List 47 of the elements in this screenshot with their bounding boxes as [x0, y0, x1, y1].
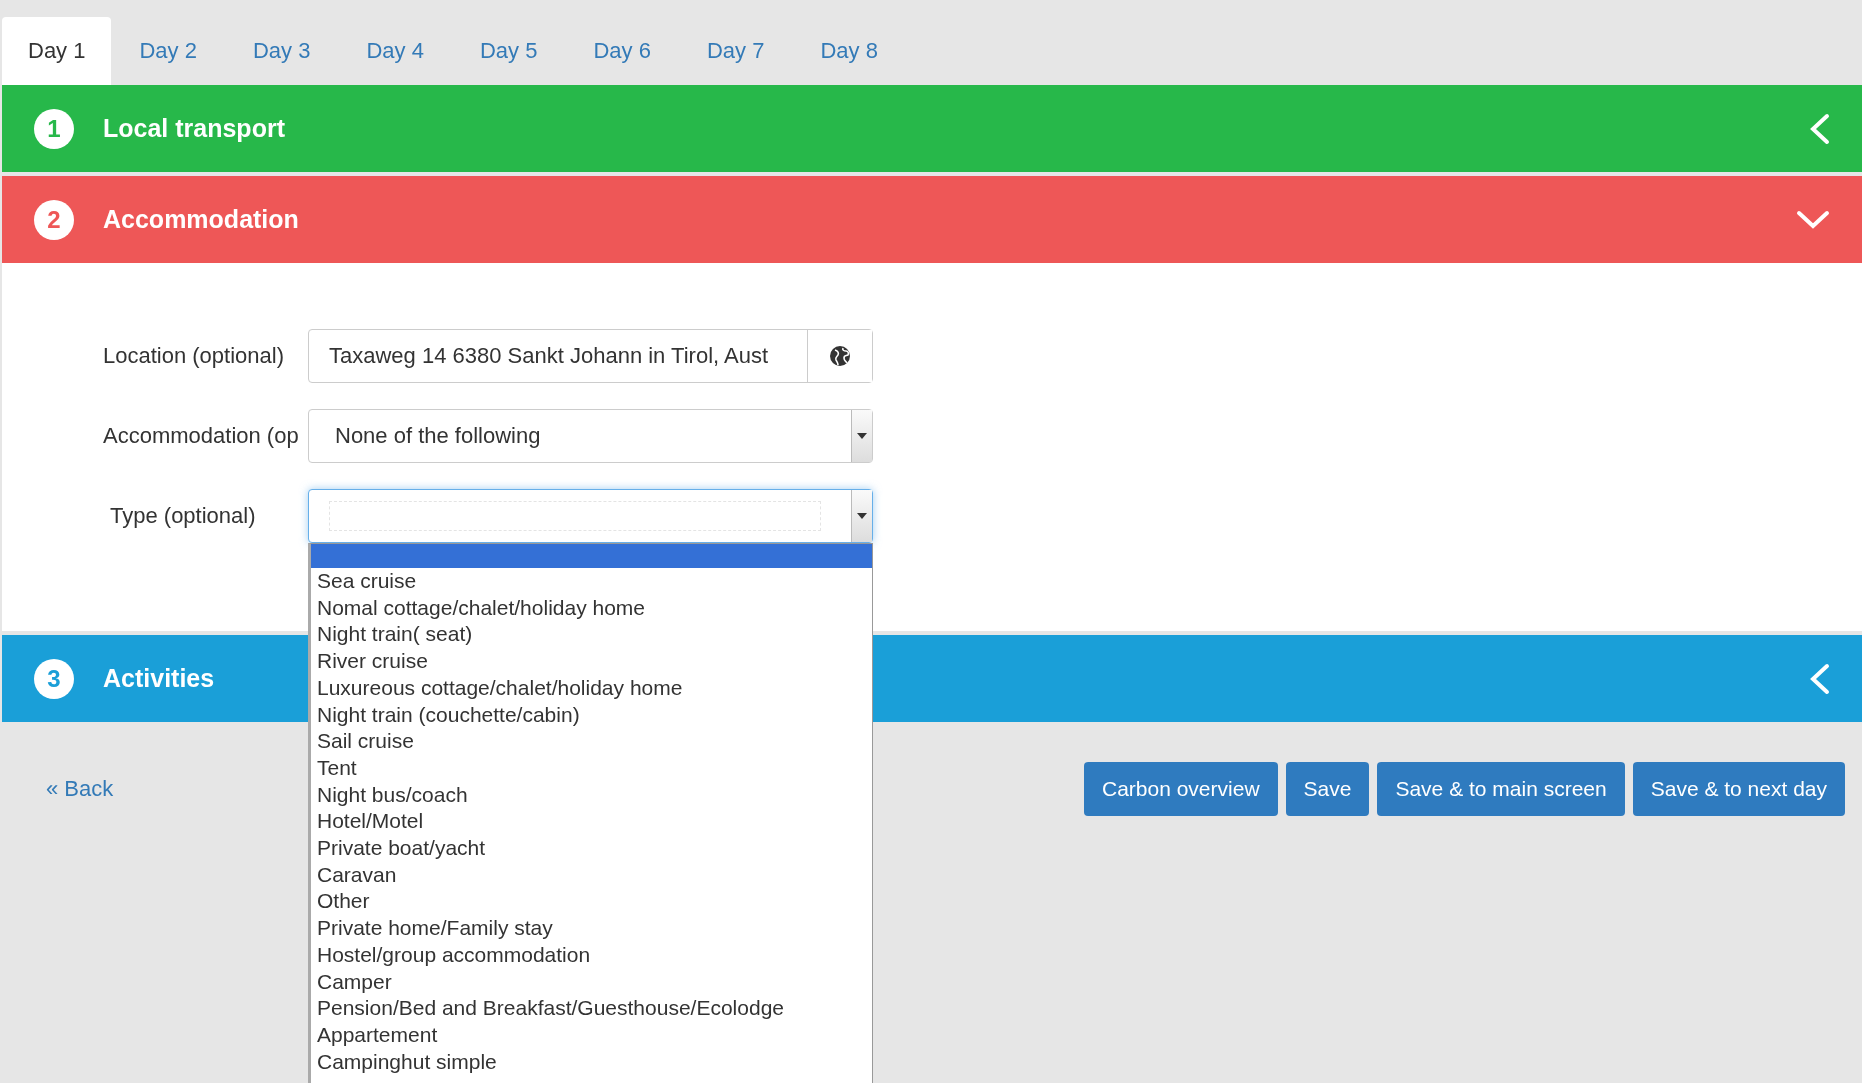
dropdown-option[interactable]: Sail cruise [311, 728, 872, 755]
action-button[interactable]: Save [1285, 762, 1370, 816]
day-tab[interactable]: Day 8 [792, 17, 906, 85]
field-label: Location (optional) [103, 343, 285, 369]
dropdown-option[interactable]: Caravan [311, 861, 872, 889]
field-label: Type (optional) [109, 503, 257, 529]
dropdown-option[interactable]: Campinghut simple [311, 1048, 872, 1076]
section-title: Accommodation [103, 205, 299, 234]
dropdown-option[interactable]: Private home/Family stay [311, 915, 872, 942]
dropdown-option[interactable]: Luxureous cottage/chalet/holiday home [311, 674, 872, 702]
day-tab[interactable]: Day 6 [565, 17, 679, 85]
day-tab[interactable]: Day 3 [224, 17, 339, 85]
day-tab[interactable]: Day 7 [678, 17, 793, 85]
action-button[interactable]: Save & to next day [1632, 762, 1845, 816]
dropdown-option[interactable]: Sea cruise [311, 568, 872, 595]
chevron-left-icon[interactable] [1808, 112, 1830, 145]
dropdown-option[interactable]: Tent [311, 754, 872, 782]
day-tab[interactable]: Day 2 [111, 17, 225, 85]
caret-icon [851, 490, 872, 542]
type-select[interactable] [308, 489, 873, 543]
action-button[interactable]: Save & to main screen [1377, 762, 1625, 816]
dropdown-option[interactable]: Nomal cottage/chalet/holiday home [311, 594, 872, 622]
dropdown-option[interactable]: Camper [311, 968, 872, 996]
step-number: 3 [34, 658, 74, 699]
step-number: 2 [34, 199, 74, 240]
location-field[interactable]: Taxaweg 14 6380 Sankt Johann in Tirol, Aust [308, 329, 873, 383]
field-label: Accommodation (op [103, 423, 300, 449]
dropdown-option[interactable]: Appartement [311, 1021, 872, 1049]
dropdown-option[interactable]: River cruise [311, 648, 872, 675]
dropdown-option[interactable]: Hostel/group accommodation [311, 941, 872, 969]
dropdown-option[interactable]: Private boat/yacht [311, 835, 872, 862]
day-tab[interactable]: Day 1 [2, 17, 112, 85]
dropdown-option[interactable]: Pension/Bed and Breakfast/Guesthouse/Ecolodge [311, 995, 872, 1022]
day-tab[interactable]: Day 5 [451, 17, 566, 85]
section-title: Local transport [103, 114, 285, 143]
caret-icon [851, 410, 872, 462]
action-button[interactable]: Carbon overview [1084, 762, 1278, 816]
chevron-down-icon[interactable] [1796, 210, 1830, 229]
dropdown-option[interactable]: Night bus/coach [311, 781, 872, 809]
chevron-left-icon[interactable] [1808, 662, 1830, 695]
dropdown-option[interactable]: Hotel/Motel [311, 808, 872, 836]
globe-icon[interactable] [829, 345, 851, 367]
section-title: Activities [103, 664, 215, 693]
accommodation-select[interactable]: None of the following [308, 409, 873, 463]
dropdown-option[interactable]: Other [311, 888, 872, 916]
step-number: 1 [34, 108, 74, 149]
day-tab[interactable]: Day 4 [338, 17, 452, 85]
